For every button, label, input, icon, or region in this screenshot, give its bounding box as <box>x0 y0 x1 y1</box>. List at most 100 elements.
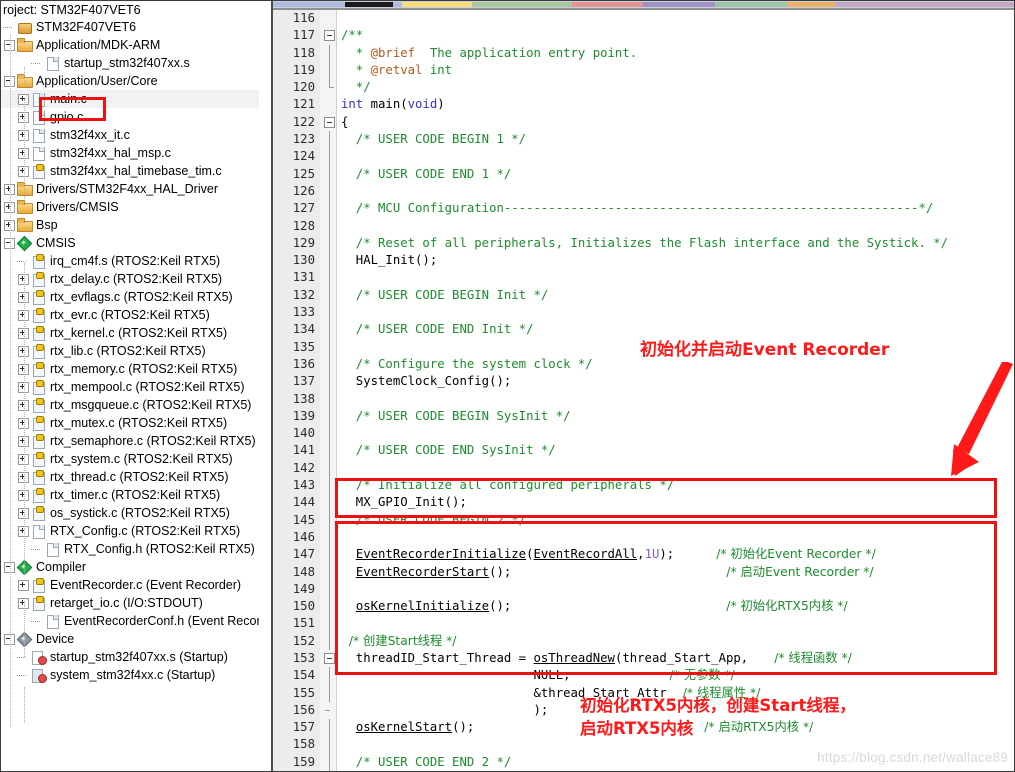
fold-collapse-icon[interactable] <box>324 116 335 128</box>
editor-tab-8[interactable] <box>787 2 835 7</box>
code-line[interactable]: 141 /* USER CODE END SysInit */ <box>273 442 1014 460</box>
code-line[interactable]: 146 <box>273 528 1014 547</box>
code-line[interactable]: 117 /** <box>273 27 1014 44</box>
tree-item-label: stm32f4xx_it.c <box>50 128 130 142</box>
code-line[interactable]: 148 EventRecorderStart();/* 启动Event Reco… <box>273 563 1014 581</box>
code-line[interactable]: 151 <box>273 615 1014 633</box>
editor-tab-2[interactable] <box>393 2 402 7</box>
code-line[interactable]: 150 osKernelInitialize();/* 初始化RTX5内核 */ <box>273 598 1014 616</box>
tree-item-application-user-core[interactable]: Application/User/Core <box>1 72 269 90</box>
editor-tab-4[interactable] <box>472 2 572 7</box>
tree-item-startup-stm32f407xx-s-startup[interactable]: startup_stm32f407xx.s (Startup) <box>1 648 269 666</box>
code-line[interactable]: 121 int main(void) <box>273 96 1014 113</box>
code-line[interactable]: 128 <box>273 217 1014 235</box>
code-lines[interactable]: 116 117/** 118 * @brief The application en… <box>273 10 1014 771</box>
tree-item-system-stm32f4xx-c-startup[interactable]: system_stm32f4xx.c (Startup) <box>1 666 269 684</box>
code-line[interactable]: 134 /* USER CODE END Init */ <box>273 321 1014 339</box>
tree-item-device[interactable]: Device <box>1 630 269 648</box>
tree-item-stm32f4xx-hal-msp-c[interactable]: stm32f4xx_hal_msp.c <box>1 144 269 162</box>
tree-item-application-mdk-arm[interactable]: Application/MDK-ARM <box>1 36 269 54</box>
code-line[interactable]: 147 EventRecorderInitialize(EventRecordA… <box>273 546 1014 564</box>
editor-tab-9[interactable] <box>835 2 1014 7</box>
code-line[interactable]: 143 /* Initialize all configured periphe… <box>273 477 1014 495</box>
tree-item-rtx-msgqueue-c-rtos2-keil-rtx5[interactable]: rtx_msgqueue.c (RTOS2:Keil RTX5) <box>1 396 269 414</box>
code-line[interactable]: 124 <box>273 148 1014 166</box>
code-line[interactable]: 127 /* MCU Configuration----------------… <box>273 200 1014 218</box>
code-line[interactable]: 144 MX_GPIO_Init(); <box>273 494 1014 512</box>
editor-tab-6[interactable] <box>643 2 715 7</box>
tree-item-rtx-thread-c-rtos2-keil-rtx5[interactable]: rtx_thread.c (RTOS2:Keil RTX5) <box>1 468 269 486</box>
code-line[interactable]: 149 <box>273 580 1014 599</box>
expand-plus-icon[interactable] <box>17 579 30 592</box>
fold-guide-line <box>329 528 330 547</box>
tree-item-rtx-system-c-rtos2-keil-rtx5[interactable]: rtx_system.c (RTOS2:Keil RTX5) <box>1 450 269 468</box>
code-area[interactable]: 116 117/** 118 * @brief The application en… <box>273 10 1014 771</box>
tree-item-drivers-cmsis[interactable]: Drivers/CMSIS <box>1 198 269 216</box>
tree-item-label: EventRecorderConf.h (Event Recorder) <box>64 614 269 628</box>
editor-tab-5[interactable] <box>572 2 643 7</box>
tree-item-stm32f4xx-it-c[interactable]: stm32f4xx_it.c <box>1 126 269 144</box>
code-line[interactable]: 139 /* USER CODE BEGIN SysInit */ <box>273 407 1014 426</box>
tree-item-rtx-memory-c-rtos2-keil-rtx5[interactable]: rtx_memory.c (RTOS2:Keil RTX5) <box>1 360 269 378</box>
code-line[interactable]: 140 <box>273 425 1014 443</box>
code-line[interactable]: 116 <box>273 10 1014 27</box>
fold-collapse-icon[interactable] <box>324 652 335 664</box>
editor-tab-0[interactable] <box>273 2 345 7</box>
fold-guide-line <box>329 338 330 356</box>
code-line[interactable]: 123 /* USER CODE BEGIN 1 */ <box>273 131 1014 149</box>
code-line[interactable]: 133 <box>273 304 1014 322</box>
tree-item-rtx-evflags-c-rtos2-keil-rtx5[interactable]: rtx_evflags.c (RTOS2:Keil RTX5) <box>1 288 269 306</box>
code-line[interactable]: 122 { <box>273 114 1014 131</box>
code-line[interactable]: 137 SystemClock_Config(); <box>273 373 1014 391</box>
tree-item-bsp[interactable]: Bsp <box>1 216 269 234</box>
editor-tab-7[interactable] <box>715 2 787 7</box>
code-line[interactable]: 152 /* 创建Start线程 */ <box>273 632 1014 650</box>
code-line[interactable]: 130 HAL_Init(); <box>273 252 1014 270</box>
code-line[interactable]: 142 <box>273 459 1014 478</box>
code-line[interactable]: 153 threadID_Start_Thread = osThreadNew(… <box>273 650 1014 667</box>
tree-item-compiler[interactable]: Compiler <box>1 558 269 576</box>
tree-item-startup-stm32f407xx-s[interactable]: startup_stm32f407xx.s <box>1 54 269 72</box>
project-icon <box>17 20 32 34</box>
code-line[interactable]: 120 */ <box>273 79 1014 96</box>
file-key-icon <box>31 344 46 359</box>
code-line[interactable]: 132 /* USER CODE BEGIN Init */ <box>273 286 1014 305</box>
code-line[interactable]: 138 <box>273 390 1014 408</box>
tree-item-stm32f407vet6[interactable]: STM32F407VET6 <box>1 18 269 36</box>
code-line[interactable]: 154 NULL,/* 无参数 */ <box>273 667 1014 685</box>
tree-item-rtx-delay-c-rtos2-keil-rtx5[interactable]: rtx_delay.c (RTOS2:Keil RTX5) <box>1 270 269 288</box>
tree-item-rtx-evr-c-rtos2-keil-rtx5[interactable]: rtx_evr.c (RTOS2:Keil RTX5) <box>1 306 269 324</box>
code-line[interactable]: 129 /* Reset of all peripherals, Initial… <box>273 234 1014 253</box>
code-line[interactable]: 145 /* USER CODE BEGIN 2 */ <box>273 511 1014 529</box>
tree-item-rtx-lib-c-rtos2-keil-rtx5[interactable]: rtx_lib.c (RTOS2:Keil RTX5) <box>1 342 269 360</box>
project-pane-scrollbar[interactable] <box>259 1 269 771</box>
tree-item-eventrecorderconf-h-event-recorder[interactable]: EventRecorderConf.h (Event Recorder) <box>1 612 269 630</box>
project-tree[interactable]: STM32F407VET6 Application/MDK-ARM startup_… <box>1 18 269 684</box>
code-line[interactable]: 131 <box>273 269 1014 287</box>
tree-item-rtx-config-c-rtos2-keil-rtx5[interactable]: RTX_Config.c (RTOS2:Keil RTX5) <box>1 522 269 540</box>
tree-item-rtx-kernel-c-rtos2-keil-rtx5[interactable]: rtx_kernel.c (RTOS2:Keil RTX5) <box>1 324 269 342</box>
tree-item-eventrecorder-c-event-recorder[interactable]: EventRecorder.c (Event Recorder) <box>1 576 269 594</box>
editor-tab-3[interactable] <box>402 2 472 7</box>
tree-item-main-c[interactable]: main.c <box>1 90 269 108</box>
code-line[interactable]: 119 * @retval int <box>273 61 1014 80</box>
tree-item-gpio-c[interactable]: gpio.c <box>1 108 269 126</box>
tree-item-drivers-stm32f4xx-hal-driver[interactable]: Drivers/STM32F4xx_HAL_Driver <box>1 180 269 198</box>
tree-item-rtx-mutex-c-rtos2-keil-rtx5[interactable]: rtx_mutex.c (RTOS2:Keil RTX5) <box>1 414 269 432</box>
tree-item-retarget-io-c-i-o-stdout[interactable]: retarget_io.c (I/O:STDOUT) <box>1 594 269 612</box>
code-text: /* USER CODE BEGIN 2 */ <box>341 512 527 527</box>
code-line[interactable]: 118 * @brief The application entry point… <box>273 44 1014 62</box>
code-line[interactable]: 126 <box>273 182 1014 201</box>
tree-item-rtx-semaphore-c-rtos2-keil-rtx5[interactable]: rtx_semaphore.c (RTOS2:Keil RTX5) <box>1 432 269 450</box>
tree-item-rtx-config-h-rtos2-keil-rtx5[interactable]: RTX_Config.h (RTOS2:Keil RTX5) <box>1 540 269 558</box>
tree-item-stm32f4xx-hal-timebase-tim-c[interactable]: stm32f4xx_hal_timebase_tim.c <box>1 162 269 180</box>
editor-tab-1[interactable] <box>345 2 393 7</box>
tree-item-cmsis[interactable]: CMSIS <box>1 234 269 252</box>
tree-item-rtx-mempool-c-rtos2-keil-rtx5[interactable]: rtx_mempool.c (RTOS2:Keil RTX5) <box>1 378 269 396</box>
code-line[interactable]: 125 /* USER CODE END 1 */ <box>273 165 1014 183</box>
tree-item-os-systick-c-rtos2-keil-rtx5[interactable]: os_systick.c (RTOS2:Keil RTX5) <box>1 504 269 522</box>
tree-item-rtx-timer-c-rtos2-keil-rtx5[interactable]: rtx_timer.c (RTOS2:Keil RTX5) <box>1 486 269 504</box>
fold-collapse-icon[interactable] <box>324 30 335 42</box>
tree-item-irq-cm4f-s-rtos2-keil-rtx5[interactable]: irq_cm4f.s (RTOS2:Keil RTX5) <box>1 252 269 270</box>
file-icon <box>31 110 46 125</box>
